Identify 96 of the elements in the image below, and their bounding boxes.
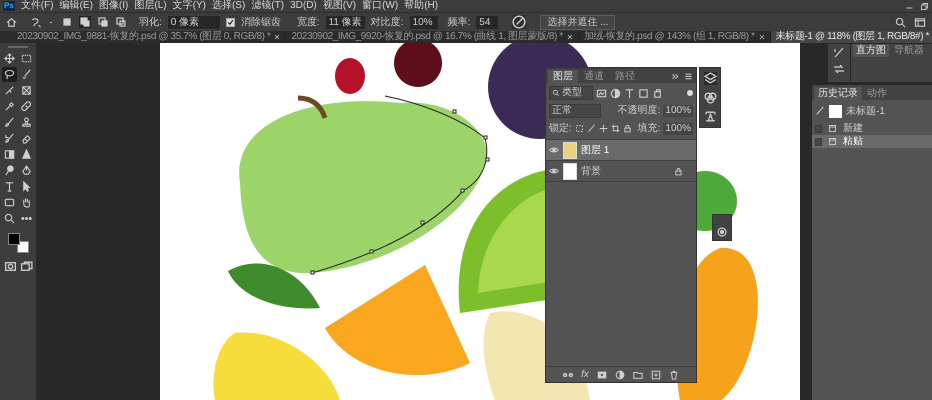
document-tab[interactable]: 未标题-1 @ 118% (图层 1, RGB/8#) * bbox=[770, 31, 932, 43]
select-and-mask-button[interactable]: 选择并遮住 ... bbox=[540, 14, 616, 30]
panel-tab[interactable]: 图层 bbox=[548, 70, 578, 83]
new-selection-icon[interactable] bbox=[61, 16, 73, 28]
image-filter-icon[interactable] bbox=[596, 88, 607, 98]
restore-icon[interactable] bbox=[920, 2, 929, 10]
adjustment-filter-icon[interactable] bbox=[610, 88, 621, 98]
intersect-selection-icon[interactable] bbox=[115, 16, 127, 28]
background-color-swatch[interactable] bbox=[17, 241, 29, 253]
layer-thumbnail bbox=[563, 162, 577, 180]
filter-toggle[interactable] bbox=[687, 90, 693, 96]
frequency-input[interactable]: 54 bbox=[476, 16, 498, 28]
panel-tab[interactable]: 路径 bbox=[610, 70, 640, 83]
filter-dropdown[interactable]: 类型 bbox=[549, 86, 593, 100]
snapshot-name[interactable]: 未标题-1 bbox=[846, 104, 885, 118]
snapshot-thumbnail bbox=[829, 104, 842, 118]
panel-tab[interactable]: 直方图 bbox=[853, 44, 889, 57]
screen-mode-icon[interactable] bbox=[20, 260, 32, 273]
antialias-checkbox[interactable] bbox=[226, 18, 235, 26]
bandage-icon[interactable] bbox=[19, 99, 34, 114]
antialias-label: 消除锯齿 bbox=[240, 16, 281, 30]
lock-icon[interactable] bbox=[622, 124, 632, 133]
workspace-icon[interactable] bbox=[914, 16, 926, 28]
opacity-input[interactable]: 100% bbox=[663, 104, 693, 116]
type-filter-icon[interactable] bbox=[624, 88, 635, 98]
document-icon bbox=[828, 124, 837, 133]
fill-input[interactable]: 100% bbox=[663, 122, 693, 134]
quick-mask-icon[interactable] bbox=[4, 260, 16, 273]
blend-mode-dropdown[interactable]: 正常 bbox=[549, 104, 601, 118]
crop-icon[interactable] bbox=[610, 124, 620, 133]
panel-tab[interactable]: 历史记录 bbox=[814, 87, 862, 100]
subtract-selection-icon[interactable] bbox=[97, 16, 109, 28]
menu-item[interactable]: 图像(I) bbox=[98, 0, 128, 12]
home-icon[interactable] bbox=[6, 16, 17, 28]
width-input[interactable]: 11 像素 bbox=[326, 16, 365, 28]
feather-input[interactable]: 0 像素 bbox=[168, 16, 220, 28]
move-icon[interactable] bbox=[2, 51, 17, 66]
shape-filter-icon[interactable] bbox=[638, 88, 649, 98]
menu-item[interactable]: 图层(L) bbox=[134, 0, 167, 12]
history-entry[interactable]: 新建 bbox=[812, 122, 932, 135]
close-icon[interactable] bbox=[566, 34, 573, 40]
history-entry[interactable]: 粘贴 bbox=[812, 135, 932, 148]
panel-tab[interactable]: 通道 bbox=[579, 70, 609, 83]
search-icon[interactable] bbox=[895, 16, 906, 28]
menu-item[interactable]: 3D(D) bbox=[290, 0, 317, 12]
close-icon[interactable] bbox=[274, 34, 280, 40]
contrast-label: 对比度: bbox=[370, 16, 404, 30]
zoom-icon[interactable] bbox=[2, 211, 17, 226]
menu-item[interactable]: 滤镜(T) bbox=[251, 0, 284, 12]
layer-name: 图层 1 bbox=[581, 144, 610, 158]
app-logo: Ps bbox=[3, 1, 15, 11]
close-icon[interactable] bbox=[758, 34, 765, 40]
eye-icon[interactable] bbox=[549, 145, 559, 155]
eye-icon[interactable] bbox=[549, 166, 559, 176]
paths-icon[interactable] bbox=[704, 110, 716, 123]
add-style-button[interactable]: fx bbox=[581, 368, 589, 380]
fill-label: 填充: bbox=[638, 122, 660, 136]
width-label: 宽度: bbox=[296, 16, 320, 30]
layers-icon[interactable] bbox=[704, 72, 716, 85]
lock-label: 锁定: bbox=[549, 122, 572, 136]
smart-object-filter-icon[interactable] bbox=[652, 88, 663, 98]
move-icon[interactable] bbox=[598, 124, 608, 133]
source-checkbox[interactable] bbox=[815, 124, 822, 132]
panel-tab[interactable]: 导航器 bbox=[891, 44, 927, 57]
panel-tab[interactable]: 动作 bbox=[863, 87, 891, 100]
swap-arrows-icon[interactable] bbox=[833, 63, 845, 75]
menu-item[interactable]: 帮助(H) bbox=[404, 0, 438, 12]
mask-icon[interactable] bbox=[596, 370, 607, 380]
search-icon bbox=[552, 89, 560, 97]
panel-menu-icon[interactable] bbox=[684, 72, 693, 81]
opacity-label: 不透明度: bbox=[618, 104, 660, 118]
source-checkbox[interactable] bbox=[815, 138, 822, 146]
menu-item[interactable]: 选择(S) bbox=[212, 0, 246, 12]
stylus-pressure-icon[interactable] bbox=[512, 15, 526, 29]
menu-item[interactable]: 视图(V) bbox=[322, 0, 356, 12]
contrast-input[interactable]: 10% bbox=[410, 16, 438, 28]
lock-icon bbox=[674, 166, 683, 176]
foreground-color-swatch[interactable] bbox=[8, 233, 20, 245]
lasso-icon[interactable] bbox=[2, 67, 17, 82]
new-layer-icon[interactable] bbox=[650, 370, 661, 380]
collapse-icon[interactable] bbox=[671, 72, 680, 81]
channels-icon[interactable] bbox=[704, 91, 716, 104]
menu-item[interactable]: 编辑(E) bbox=[60, 0, 93, 12]
add-selection-icon[interactable] bbox=[79, 16, 91, 28]
layer-thumbnail bbox=[563, 142, 577, 158]
layer-name: 背景 bbox=[581, 164, 601, 178]
folder-icon[interactable] bbox=[632, 370, 643, 380]
checker-icon[interactable] bbox=[574, 124, 584, 133]
layer-row[interactable]: 背景 bbox=[546, 161, 696, 182]
adjustment-icon[interactable] bbox=[614, 370, 625, 380]
feather-label: 羽化: bbox=[139, 16, 162, 30]
trash-icon[interactable] bbox=[668, 370, 679, 380]
frequency-label: 频率: bbox=[448, 16, 470, 30]
layer-row[interactable]: 图层 1 bbox=[546, 140, 696, 161]
properties-icon[interactable] bbox=[716, 226, 728, 238]
document-icon bbox=[828, 137, 837, 146]
